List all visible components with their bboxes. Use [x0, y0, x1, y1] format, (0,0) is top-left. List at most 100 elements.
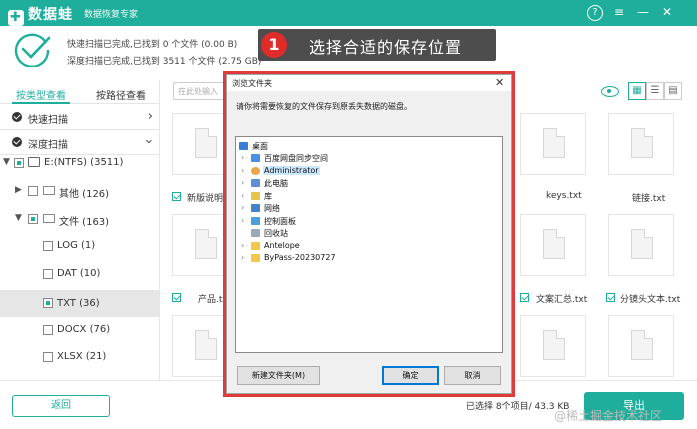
file-checkbox[interactable]	[172, 192, 181, 201]
tab-by-type[interactable]: 按类型查看	[16, 87, 66, 102]
folder-icon	[251, 254, 260, 262]
document-icon	[195, 128, 217, 158]
dialog-close-icon[interactable]: ✕	[495, 76, 504, 89]
tree-node-label: 此电脑	[264, 179, 288, 188]
tree-item-txt[interactable]: TXT (36)	[0, 290, 160, 317]
tree-item-label: 文件 (163)	[59, 217, 110, 228]
back-button[interactable]: 返回	[12, 395, 110, 417]
tab-by-path[interactable]: 按路径查看	[96, 87, 146, 102]
cloud-folder-icon	[251, 154, 260, 162]
expand-arrow-icon: ›	[241, 241, 245, 250]
preview-eye-icon[interactable]	[601, 86, 619, 97]
file-name: 分镜头文本.txt	[620, 295, 681, 305]
file-thumbnail[interactable]	[608, 113, 674, 175]
tree-item-label: DAT (10)	[57, 268, 101, 279]
tree-checkbox[interactable]	[43, 352, 53, 362]
expand-arrow-icon: ›	[241, 166, 245, 175]
dialog-title-bar: 浏览文件夹 ✕	[227, 75, 511, 91]
tree-item-label: LOG (1)	[57, 240, 96, 251]
user-icon	[251, 167, 260, 175]
expand-arrow-icon: ▶	[15, 185, 22, 195]
tree-checkbox[interactable]	[28, 186, 38, 196]
tree-item-xlsx[interactable]: XLSX (21)	[0, 345, 160, 369]
tree-checkbox[interactable]	[43, 241, 53, 251]
watermark: @稀土掘金技术社区	[554, 409, 663, 423]
chevron-down-icon: ›	[140, 138, 156, 145]
help-icon[interactable]: ?	[587, 5, 603, 21]
tree-item-dat[interactable]: DAT (10)	[0, 262, 160, 286]
expand-arrow-icon: ▼	[15, 213, 22, 223]
dialog-title: 浏览文件夹	[232, 79, 272, 88]
folder-icon	[43, 214, 55, 223]
file-thumbnail[interactable]	[520, 214, 586, 276]
folder-tree: 桌面 › 百度网盘同步空间 › Administrator › 此电脑 › 库 …	[235, 136, 503, 353]
new-folder-button[interactable]: 新建文件夹(M)	[237, 366, 320, 385]
tree-node-label: 回收站	[264, 229, 288, 238]
tree-item-label: XLSX (21)	[57, 351, 107, 362]
search-input[interactable]: 在此处输入	[173, 82, 229, 100]
list-view-icon[interactable]: ☰	[646, 82, 664, 100]
tree-item-log[interactable]: LOG (1)	[0, 234, 160, 258]
document-icon	[543, 330, 565, 360]
network-icon	[251, 204, 260, 212]
tree-item-drive-e[interactable]: ▼ E:(NTFS) (3511)	[0, 151, 160, 175]
check-circle-icon	[12, 112, 22, 122]
recycle-bin-icon	[251, 229, 260, 237]
file-checkbox[interactable]	[520, 293, 529, 302]
detail-view-icon[interactable]: ▤	[664, 82, 682, 100]
tree-checkbox[interactable]	[14, 158, 24, 168]
folder-icon	[43, 186, 55, 195]
tree-node-label: ByPass-20230727	[264, 253, 336, 262]
browse-folder-dialog: 浏览文件夹 ✕ 请你将需要恢复的文件保存到原丢失数据的磁盘。 桌面 › 百度网盘…	[226, 74, 512, 394]
close-icon[interactable]: ✕	[659, 5, 675, 21]
grid-view-icon[interactable]: ▦	[628, 82, 646, 100]
document-icon	[195, 330, 217, 360]
sidebar-tabs: 按类型查看 按路径查看	[0, 80, 160, 104]
expand-arrow-icon: ›	[241, 153, 245, 162]
file-thumbnail[interactable]	[520, 113, 586, 175]
tree-checkbox[interactable]	[28, 214, 38, 224]
deep-scan-label: 深度扫描	[28, 140, 68, 151]
document-icon	[543, 128, 565, 158]
tree-node-label: 百度网盘同步空间	[264, 154, 328, 163]
deep-scan-status: 深度扫描已完成,已找到 3511 个文件 (2.75 GB)	[67, 57, 262, 67]
file-thumbnail[interactable]	[520, 315, 586, 377]
file-name: keys.txt	[546, 191, 582, 201]
tree-checkbox[interactable]	[43, 298, 53, 308]
document-icon	[195, 229, 217, 259]
step-callout-text: 选择合适的保存位置	[309, 38, 463, 57]
tree-node-label: Administrator	[263, 166, 320, 175]
folder-icon	[251, 242, 260, 250]
minimize-icon[interactable]: —	[635, 5, 651, 21]
quick-scan-row[interactable]: 快速扫描 ›	[0, 105, 160, 129]
tree-node-label: Antelope	[264, 241, 300, 250]
expand-arrow-icon: ›	[241, 253, 245, 262]
tree-item-label: TXT (36)	[57, 298, 100, 309]
document-icon	[631, 229, 653, 259]
title-bar: ✚ 数据蛙 数据恢复专家 ? ≡ — ✕	[0, 0, 697, 26]
file-name: 链接.txt	[632, 194, 666, 204]
file-name: 文案汇总.txt	[536, 295, 588, 305]
tree-item-docx[interactable]: DOCX (76)	[0, 318, 160, 342]
tree-checkbox[interactable]	[43, 269, 53, 279]
tree-checkbox[interactable]	[43, 325, 53, 335]
document-icon	[631, 330, 653, 360]
menu-icon[interactable]: ≡	[611, 5, 627, 21]
file-checkbox[interactable]	[172, 293, 181, 302]
chevron-right-icon: ›	[147, 109, 153, 124]
dialog-instruction: 请你将需要恢复的文件保存到原丢失数据的磁盘。	[236, 102, 412, 111]
file-thumbnail[interactable]	[608, 214, 674, 276]
document-icon	[543, 229, 565, 259]
tree-node-label: 网络	[264, 204, 280, 213]
document-icon	[631, 128, 653, 158]
step-callout: 1 选择合适的保存位置	[258, 29, 496, 61]
file-checkbox[interactable]	[606, 293, 615, 302]
file-thumbnail[interactable]	[608, 315, 674, 377]
tree-node-label: 控制面板	[264, 217, 296, 226]
ok-button[interactable]: 确定	[382, 366, 439, 385]
desktop-icon	[239, 142, 248, 150]
tree-item-files[interactable]: ▼ 文件 (163)	[0, 207, 160, 231]
cancel-button[interactable]: 取消	[444, 366, 501, 385]
expand-arrow-icon: ▼	[3, 157, 10, 167]
tree-item-other[interactable]: ▶ 其他 (126)	[0, 179, 160, 203]
